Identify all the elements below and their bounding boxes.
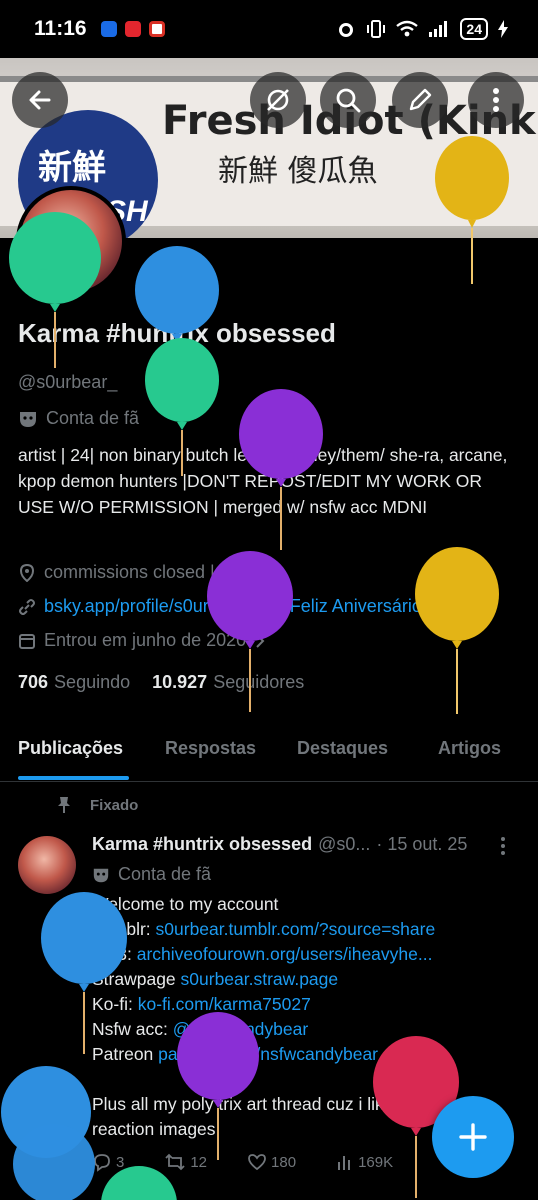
views-icon: [338, 1156, 351, 1170]
followers-count: 10.927: [152, 672, 208, 692]
tweet-date: · 15 out. 25: [376, 834, 468, 854]
balloon-decoration: [415, 547, 499, 714]
active-tab-indicator: [18, 776, 129, 780]
more-vertical-icon: [493, 88, 499, 112]
battery-level: 24: [460, 18, 488, 40]
tweet-author-name[interactable]: Karma #huntrix obsessed: [92, 834, 312, 855]
fan-account-label: Conta de fã: [18, 408, 139, 429]
banner-logo-cn: 新鮮: [38, 148, 106, 188]
app-notification-icon: [124, 21, 141, 37]
fan-account-text: Conta de fã: [46, 408, 140, 428]
balloon-decoration: [435, 136, 509, 284]
tweet-line: Tumblr: s0urbear.tumblr.com/?source=shar…: [92, 917, 522, 942]
tweet-fan-text: Conta de fã: [118, 864, 212, 884]
like-count: 180: [271, 1153, 297, 1171]
back-button[interactable]: [12, 72, 68, 128]
pencil-icon: [409, 88, 432, 111]
more-vertical-icon: [501, 837, 505, 855]
strawpage-link[interactable]: s0urbear.straw.page: [181, 969, 339, 989]
search-icon: [336, 88, 361, 113]
edit-button[interactable]: [392, 72, 448, 128]
following-link[interactable]: 706 Seguindo: [18, 672, 130, 693]
balloon-decoration: [13, 1124, 95, 1200]
profile-handle: @s0urbear_: [18, 372, 118, 392]
tweet-line: Ko-fi: ko-fi.com/karma75027: [92, 992, 522, 1017]
pinned-label: Fixado: [90, 796, 139, 814]
tweet-line: Strawpage s0urbear.straw.page: [92, 967, 522, 992]
grok-button[interactable]: [250, 72, 306, 128]
profile-tabs: Publicações Respostas Destaques Artigos: [0, 722, 538, 782]
tweet-avatar[interactable]: [18, 836, 76, 894]
tweet-more-button[interactable]: [500, 836, 506, 862]
balloon-decoration: [239, 389, 323, 550]
charging-icon: [498, 20, 508, 38]
compose-button[interactable]: [432, 1096, 514, 1178]
calendar-icon: [19, 633, 35, 649]
balloon-decoration: [145, 338, 219, 476]
tweet-fan-label: Conta de fã: [92, 864, 211, 885]
grok-icon: [267, 89, 289, 111]
plus-icon: [459, 1123, 487, 1151]
status-left: 11:16: [34, 17, 165, 41]
vibrate-icon: [367, 20, 386, 38]
signal-icon: [429, 21, 448, 37]
following-count: 706: [18, 672, 49, 692]
location-pin-icon: [19, 563, 35, 582]
balloon-decoration: [41, 892, 127, 1054]
balloon-decoration: [207, 551, 293, 712]
wifi-icon: [396, 20, 419, 37]
status-right: 24: [336, 18, 508, 40]
app-notification-icon: [100, 21, 117, 37]
banner-subtitle: 新鮮 傻瓜魚: [218, 154, 378, 189]
mask-icon: [20, 411, 36, 427]
pin-icon: [58, 797, 70, 813]
search-button[interactable]: [320, 72, 376, 128]
tumblr-link[interactable]: s0urbear.tumblr.com/?source=share: [156, 919, 436, 939]
tab-replies[interactable]: Respostas: [165, 738, 256, 759]
tweet-line: Welcome to my account: [92, 894, 279, 914]
mask-icon: [93, 868, 109, 882]
tweet-header: Karma #huntrix obsessed @s0... · 15 out.…: [92, 834, 467, 855]
link-icon: [19, 598, 35, 615]
tweet-author-handle: @s0...: [318, 834, 371, 854]
more-button[interactable]: [468, 72, 524, 128]
arrow-left-icon: [29, 90, 51, 110]
tab-posts[interactable]: Publicações: [18, 738, 123, 759]
tab-highlights[interactable]: Destaques: [297, 738, 388, 759]
ao3-link[interactable]: archiveofourown.org/users/iheavyhe...: [137, 944, 433, 964]
tab-articles[interactable]: Artigos: [438, 738, 501, 759]
mail-notification-icon: [148, 21, 165, 37]
balloon-decoration: [101, 1166, 177, 1200]
balloon-decoration: [177, 1012, 259, 1160]
kofi-link[interactable]: ko-fi.com/karma75027: [138, 994, 311, 1014]
tweet-line: AO3: archiveofourown.org/users/iheavyhe.…: [92, 942, 522, 967]
balloon-decoration: [9, 212, 101, 368]
alarm-icon: [339, 23, 354, 37]
pinned-indicator: Fixado: [56, 796, 138, 814]
status-bar: 11:16 24: [0, 0, 538, 58]
birthday-link[interactable]: Feliz Aniversário!: [290, 596, 427, 617]
status-time: 11:16: [34, 17, 87, 40]
following-label: Seguindo: [54, 672, 131, 692]
